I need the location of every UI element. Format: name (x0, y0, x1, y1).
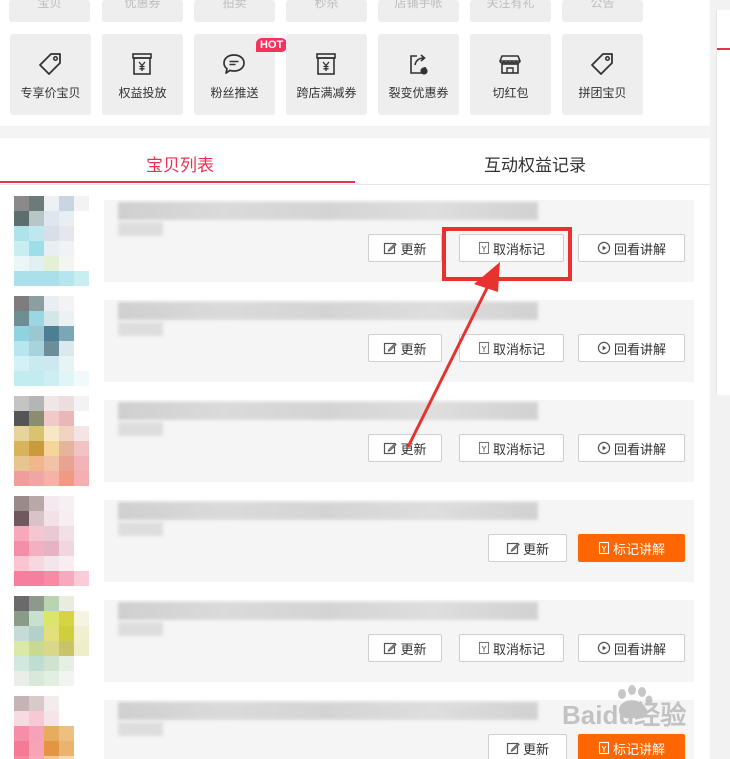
baidu-watermark-logo: Baidu经验 (562, 685, 686, 730)
annotation-arrow (406, 262, 500, 448)
watermark-text: Baidu经验 (562, 700, 686, 730)
